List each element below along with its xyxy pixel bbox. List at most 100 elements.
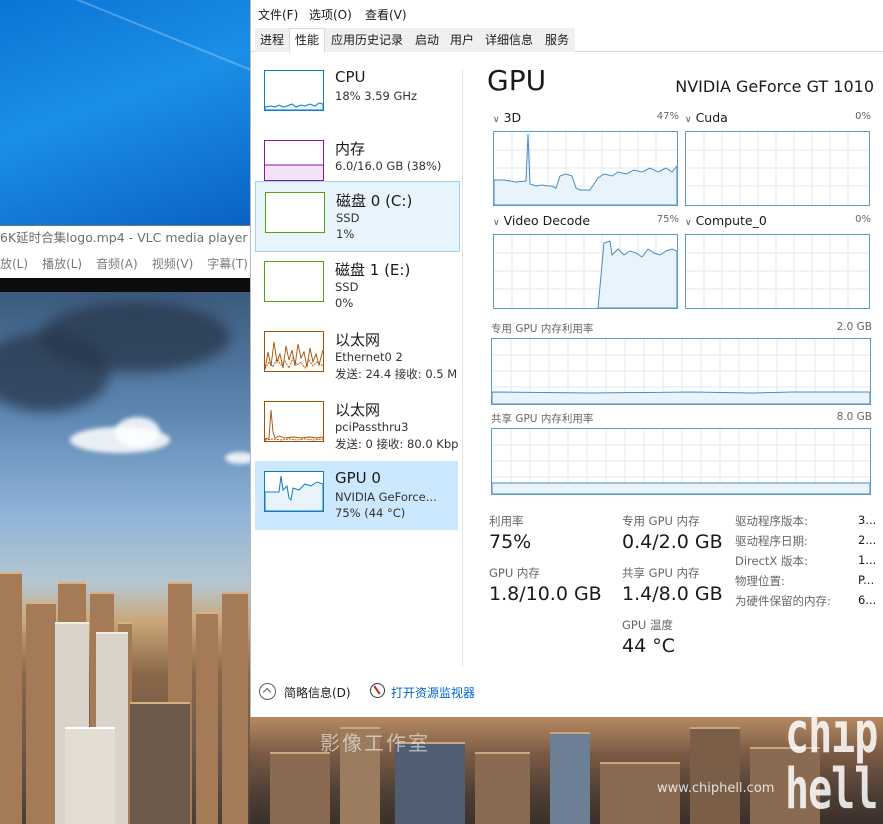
resource-detail: SSD: [336, 211, 360, 225]
chevron-down-icon: ∨: [493, 115, 500, 125]
task-manager-window: 文件(F) 选项(O) 查看(V) 进程 性能 应用历史记录 启动 用户 详细信…: [250, 0, 883, 717]
menu-file[interactable]: 文件(F): [258, 6, 298, 23]
engine-pct: 0%: [855, 214, 871, 225]
graph-cuda: [685, 131, 870, 206]
shared-memory-label: 共享 GPU 内存利用率: [491, 413, 594, 425]
gpu-mem-value: 1.8/10.0 GB: [489, 583, 602, 605]
resource-throughput: 发送: 0 接收: 80.0 Kbp: [335, 437, 459, 451]
directx-label: DirectX 版本:: [735, 554, 808, 568]
util-value: 75%: [489, 531, 532, 553]
engine-selector-video-decode[interactable]: ∨ Video Decode: [493, 213, 590, 228]
tab-performance[interactable]: 性能: [289, 28, 325, 53]
ethernet-thumbnail: [264, 401, 324, 442]
engine-pct: 75%: [656, 214, 679, 225]
resource-name: 以太网: [335, 401, 381, 419]
location-label: 物理位置:: [735, 574, 785, 588]
vlc-window-title: 6K延时合集logo.mp4 - VLC media player: [0, 226, 250, 250]
resource-ethernet-1[interactable]: 以太网 pciPassthru3 发送: 0 接收: 80.0 Kbp: [255, 391, 458, 460]
engine-selector-compute[interactable]: ∨ Compute_0: [685, 213, 767, 228]
driver-version-value: 3...: [858, 513, 877, 527]
resource-list: CPU 18% 3.59 GHz 内存 6.0/16.0 GB (38%) 磁盘…: [251, 58, 463, 658]
dedicated-memory-label: 专用 GPU 内存利用率: [491, 323, 594, 335]
reserved-mem-label: 为硬件保留的内存:: [735, 594, 831, 608]
chevron-down-icon: ∨: [493, 218, 500, 228]
resource-detail: SSD: [335, 280, 359, 294]
resource-name: 磁盘 1 (E:): [335, 261, 411, 279]
tab-startup[interactable]: 启动: [409, 28, 445, 52]
vlc-video-frame: [0, 292, 250, 824]
vlc-toolbar-strip: [0, 278, 250, 292]
gpu-model: NVIDIA GeForce GT 1010: [675, 77, 874, 96]
vlc-menu-item[interactable]: 视频(V): [152, 250, 194, 278]
chiphell-logo: chip hell: [785, 701, 878, 823]
resource-monitor-icon: [370, 683, 385, 698]
engine-selector-3d[interactable]: ∨ 3D: [493, 110, 521, 125]
vlc-menu-item[interactable]: 字幕(T): [207, 250, 248, 278]
vlc-menubar: 放(L)播放(L)音频(A)视频(V)字幕(T)工: [0, 250, 250, 278]
footer: 简略信息(D) 打开资源监视器: [251, 676, 883, 706]
driver-date-label: 驱动程序日期:: [735, 534, 808, 548]
dedicated-mem-value: 0.4/2.0 GB: [622, 531, 723, 553]
fewer-details-button[interactable]: 简略信息(D): [284, 684, 351, 701]
engine-selector-cuda[interactable]: ∨ Cuda: [685, 110, 728, 125]
tab-services[interactable]: 服务: [539, 28, 575, 52]
engine-pct: 0%: [855, 111, 871, 122]
engine-label: Video Decode: [503, 213, 591, 228]
resource-detail: NVIDIA GeForce...: [335, 490, 437, 504]
shared-mem-value: 1.4/8.0 GB: [622, 583, 723, 605]
util-label: 利用率: [489, 514, 524, 528]
directx-value: 1...: [858, 553, 877, 567]
chiphell-url: www.chiphell.com: [657, 781, 775, 796]
shared-memory-max: 8.0 GB: [836, 411, 872, 423]
open-resource-monitor-link[interactable]: 打开资源监视器: [391, 684, 475, 701]
pane-divider: [462, 70, 463, 666]
driver-version-label: 驱动程序版本:: [735, 514, 808, 528]
gpu-mem-label: GPU 内存: [489, 566, 540, 580]
reserved-mem-value: 6...: [858, 593, 877, 607]
graph-3d: [493, 131, 678, 206]
page-title: GPU: [487, 64, 547, 97]
resource-cpu[interactable]: CPU 18% 3.59 GHz: [255, 60, 458, 129]
menu-options[interactable]: 选项(O): [309, 6, 352, 23]
cpu-thumbnail: [264, 70, 324, 111]
chevron-down-icon: ∨: [685, 218, 692, 228]
gpu-thumbnail: [264, 471, 324, 512]
graph-dedicated-memory: [491, 338, 871, 405]
resource-disk-1[interactable]: 磁盘 1 (E:) SSD 0%: [255, 251, 458, 320]
graph-shared-memory: [491, 428, 871, 495]
driver-date-value: 2...: [858, 533, 877, 547]
resource-usage: 1%: [336, 227, 355, 241]
resource-name: 以太网: [335, 331, 381, 349]
graph-compute: [685, 234, 870, 309]
resource-usage: 75% (44 °C): [335, 506, 406, 520]
dedicated-memory-max: 2.0 GB: [836, 321, 872, 333]
tab-details[interactable]: 详细信息: [479, 28, 539, 52]
tab-bar: 进程 性能 应用历史记录 启动 用户 详细信息 服务: [251, 28, 883, 53]
memory-thumbnail: [264, 140, 324, 181]
resource-ethernet-0[interactable]: 以太网 Ethernet0 2 发送: 24.4 接收: 0.5 M: [255, 321, 458, 390]
collapse-chevron-icon[interactable]: [259, 683, 276, 700]
tab-users[interactable]: 用户: [445, 28, 479, 52]
tab-app-history[interactable]: 应用历史记录: [325, 28, 409, 52]
engine-pct: 47%: [656, 111, 679, 122]
vlc-menu-item[interactable]: 音频(A): [96, 250, 138, 278]
resource-detail: Ethernet0 2: [335, 350, 403, 364]
engine-label: 3D: [503, 110, 522, 125]
resource-name: 内存: [335, 140, 366, 158]
tab-processes[interactable]: 进程: [255, 28, 289, 52]
engine-label: Cuda: [695, 110, 728, 125]
menu-view[interactable]: 查看(V): [365, 6, 407, 23]
resource-throughput: 发送: 24.4 接收: 0.5 M: [335, 367, 458, 381]
resource-name: GPU 0: [335, 469, 381, 487]
desktop-wallpaper: [0, 0, 279, 225]
resource-usage: 0%: [335, 296, 354, 310]
resource-detail: pciPassthru3: [335, 420, 409, 434]
resource-name: 磁盘 0 (C:): [336, 192, 413, 210]
disk1-thumbnail: [264, 261, 324, 302]
resource-gpu-0[interactable]: GPU 0 NVIDIA GeForce... 75% (44 °C): [255, 461, 458, 530]
resource-detail: 6.0/16.0 GB (38%): [335, 159, 442, 173]
chevron-down-icon: ∨: [685, 115, 692, 125]
vlc-menu-item[interactable]: 播放(L): [42, 250, 82, 278]
resource-disk-0[interactable]: 磁盘 0 (C:) SSD 1%: [255, 181, 460, 252]
vlc-menu-item[interactable]: 放(L): [0, 250, 28, 278]
